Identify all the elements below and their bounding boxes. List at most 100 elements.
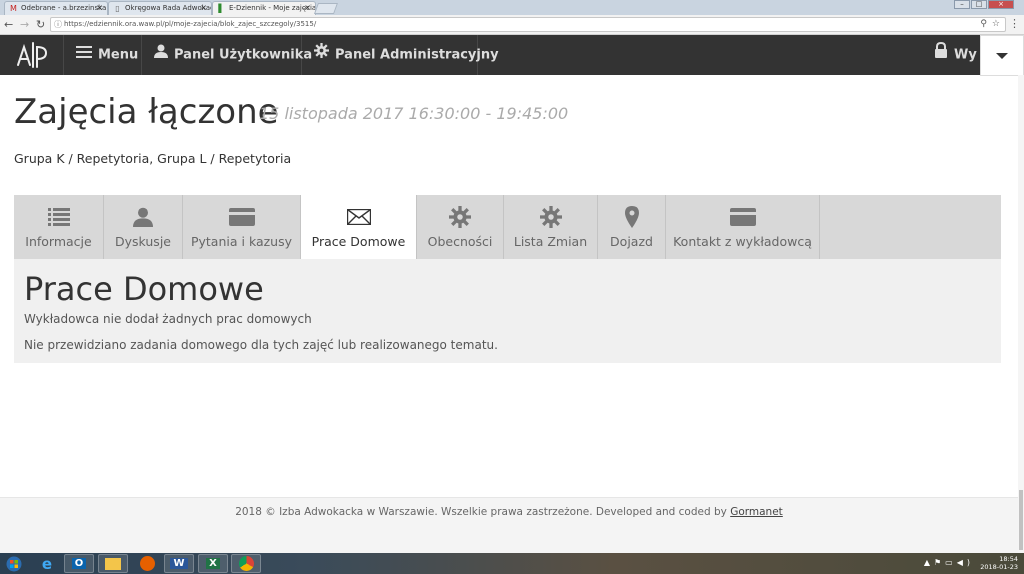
menu-button[interactable]: Menu [64,35,142,75]
explorer-taskbar-button[interactable] [98,554,128,573]
url-field[interactable]: ⓘ https://edziennik.ora.waw.pl/pl/moje-z… [50,17,1006,32]
ie-taskbar-button[interactable]: e [32,554,62,573]
admin-panel-label: Panel Administracyjny [335,47,499,63]
firefox-taskbar-button[interactable] [132,554,162,573]
class-tabs: Informacje Dyskusje Pytania i kazusy Pra… [14,195,1001,259]
windows-logo-icon [6,556,22,571]
browser-tab-bar: M Odebrane - a.brzezinska × ▯ Okręgowa R… [0,0,1024,15]
clock[interactable]: 18:54 2018-01-23 [980,555,1018,571]
url-text: https://edziennik.ora.waw.pl/pl/moje-zaj… [64,20,317,28]
chrome-taskbar-button[interactable] [231,554,261,573]
maximize-button[interactable]: □ [971,0,987,9]
clock-date: 2018-01-23 [980,563,1018,571]
map-pin-icon [598,205,665,229]
user-icon [104,205,182,229]
menu-label: Menu [98,47,139,63]
logout-button[interactable]: Wy [920,35,980,75]
page-icon: ▯ [115,4,120,13]
lock-icon [934,35,948,75]
windows-taskbar: e O W X ▲⚑▭◀) 18:54 2018-01-23 [0,553,1024,574]
browser-tab-gmail[interactable]: M Odebrane - a.brzezinska × [4,1,108,15]
tab-obecnosci[interactable]: Obecności [417,195,504,259]
hamburger-icon [76,35,92,75]
gear-icon [504,205,597,229]
app-navbar: Menu Panel Użytkownika Panel Administrac… [0,35,1024,75]
word-icon: W [170,558,188,569]
tab-lista-zmian[interactable]: Lista Zmian [504,195,598,259]
tab-prace-domowe[interactable]: Prace Domowe [301,195,417,259]
page-scrollbar[interactable] [1018,75,1024,553]
browser-menu-icon[interactable]: ⋮ [1009,18,1020,30]
tab-label: Dyskusje [115,234,171,249]
browser-tab-ora[interactable]: ▯ Okręgowa Rada Adwokacka × [108,1,212,15]
info-icon[interactable]: ⓘ [54,18,62,31]
tab-label: Prace Domowe [311,234,406,249]
tab-kontakt-z-wykladowca[interactable]: Kontakt z wykładowcą [666,195,820,259]
browser-tab-label: Okręgowa Rada Adwokacka [125,4,211,12]
new-tab-button[interactable] [313,3,339,14]
user-panel-button[interactable]: Panel Użytkownika [142,35,312,75]
ie-icon: e [41,554,53,573]
caret-down-icon [996,53,1008,59]
start-button[interactable] [2,554,26,573]
logo[interactable] [0,35,64,75]
browser-tab-edziennik[interactable]: ▌ E-Dziennik - Moje zajęcia × [212,1,316,15]
back-arrow-icon[interactable]: ← [4,18,13,32]
forward-arrow-icon[interactable]: → [20,18,29,32]
user-icon [154,35,168,75]
firefox-icon [139,556,155,571]
edziennik-icon: ▌ [218,4,225,13]
window-close-button[interactable]: × [988,0,1014,9]
class-datetime: 15 listopada 2017 16:30:00 - 19:45:00 [259,104,569,123]
logo-icon [17,42,48,68]
page-footer: 2018 © Izba Adwokacka w Warszawie. Wszel… [0,497,1018,553]
tab-label: Informacje [25,234,92,249]
admin-panel-button[interactable]: Panel Administracyjny [302,35,499,75]
system-tray-icons[interactable]: ▲⚑▭◀) [924,558,974,567]
tab-label: Kontakt z wykładowcą [673,234,812,249]
dropdown-toggle-button[interactable] [980,35,1024,76]
tab-label: Lista Zmian [513,234,588,249]
card-icon [666,205,819,229]
excel-taskbar-button[interactable]: X [198,554,228,573]
chrome-icon [238,556,254,571]
browser-tab-label: E-Dziennik - Moje zajęcia [229,4,316,12]
developer-link[interactable]: Gormanet [730,506,783,518]
bookmark-star-icon[interactable]: ☆ [992,18,1000,31]
address-toolbar: ← → ↻ ⓘ https://edziennik.ora.waw.pl/pl/… [0,15,1024,35]
tab-label: Pytania i kazusy [190,234,293,249]
reload-icon[interactable]: ↻ [36,18,45,32]
card-icon [183,205,300,229]
word-taskbar-button[interactable]: W [164,554,194,573]
user-panel-label: Panel Użytkownika [174,47,313,63]
footer-text: 2018 © Izba Adwokacka w Warszawie. Wszel… [235,506,731,518]
browser-tab-label: Odebrane - a.brzezinska [21,4,107,12]
excel-icon: X [206,558,220,569]
tab-dyskusje[interactable]: Dyskusje [104,195,183,259]
panel-heading: Prace Domowe [24,270,264,308]
no-homework-message: Wykładowca nie dodał żadnych prac domowy… [24,312,312,326]
envelope-icon [301,205,416,229]
close-icon[interactable]: × [304,2,311,14]
close-icon[interactable]: × [96,2,103,14]
tab-label: Dojazd [610,234,653,249]
tab-pytania-i-kazusy[interactable]: Pytania i kazusy [183,195,301,259]
tab-informacje[interactable]: Informacje [14,195,104,259]
logout-label: Wy [954,47,977,63]
tab-label: Obecności [427,234,493,249]
folder-icon [105,557,121,570]
minimize-button[interactable]: – [954,0,970,9]
homework-panel: Prace Domowe Wykładowca nie dodał żadnyc… [14,259,1001,363]
page-title: Zajęcia łączone [14,92,279,132]
gear-icon [417,205,503,229]
gmail-icon: M [10,4,17,13]
zoom-icon[interactable]: ⚲ [980,18,987,31]
tab-dojazd[interactable]: Dojazd [598,195,666,259]
close-icon[interactable]: × [200,2,207,14]
group-list: Grupa K / Repetytoria, Grupa L / Repetyt… [14,151,292,166]
gear-icon [314,35,329,75]
list-icon [14,205,103,229]
outlook-taskbar-button[interactable]: O [64,554,94,573]
no-assignment-message: Nie przewidziano zadania domowego dla ty… [24,338,498,352]
scrollbar-thumb[interactable] [1019,490,1023,550]
